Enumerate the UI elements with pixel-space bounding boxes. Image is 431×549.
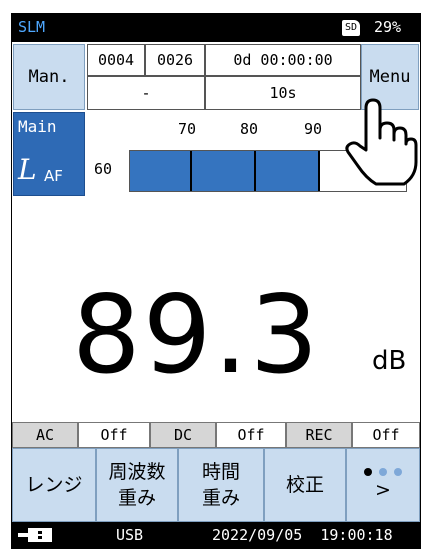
footer-bar: USB 2022/09/05 19:00:18 [12, 522, 420, 548]
counter-b: 0026 [145, 44, 205, 76]
indicator-label: DC [150, 422, 216, 448]
calib-label: 校正 [285, 474, 324, 496]
bar-divider [254, 151, 256, 191]
usb-label: USB [116, 526, 144, 544]
frequency-weighting-button[interactable]: 周波数 重み [96, 448, 178, 522]
time-weighting-button[interactable]: 時間 重み [178, 448, 264, 522]
range-button-label: レンジ [25, 474, 83, 496]
main-label: Main [18, 117, 57, 136]
status-bar: SLM SD 29% [12, 14, 420, 42]
indicator-value: Off [352, 422, 420, 448]
time-line2: 重み [201, 487, 240, 509]
usb-plug-icon [18, 528, 52, 542]
counter-a: 0004 [87, 44, 145, 76]
elapsed-time: 0d 00:00:00 [205, 44, 361, 76]
main-parameter-box[interactable]: Main L AF [13, 112, 85, 196]
next-arrow: > [375, 479, 391, 501]
date-time: 2022/09/05 19:00:18 [212, 526, 393, 544]
measure-interval: 10s [205, 76, 361, 110]
indicator-value: Off [216, 422, 286, 448]
calibration-button[interactable]: 校正 [264, 448, 346, 522]
param-letter: L [18, 153, 37, 186]
scale-tick-80: 80 [240, 120, 259, 138]
next-page-button[interactable]: > [346, 448, 420, 522]
sound-level-meter-screen: SLM SD 29% Man. 0004 0026 0d 00:00:00 - … [11, 13, 421, 549]
scale-tick-60: 60 [94, 160, 113, 178]
freq-line1: 周波数 [108, 461, 166, 483]
battery-level: 29% [374, 18, 402, 36]
param-weighting: AF [44, 167, 63, 185]
scale-tick-90: 90 [304, 120, 323, 138]
level-bar-fill [130, 151, 321, 191]
scale-tick-70: 70 [178, 120, 197, 138]
reading-unit: dB [372, 346, 407, 376]
measure-mode-button[interactable]: Man. [13, 44, 85, 110]
indicator-label: REC [286, 422, 352, 448]
hand-pointer-icon [345, 98, 418, 186]
page-dots-icon [364, 468, 402, 476]
indicator-label: AC [12, 422, 78, 448]
counter-c: - [87, 76, 205, 110]
freq-line2: 重み [117, 487, 156, 509]
sd-card-icon: SD [342, 20, 360, 36]
bar-divider [318, 151, 320, 191]
time-line1: 時間 [201, 461, 240, 483]
range-button[interactable]: レンジ [12, 448, 96, 522]
sound-level-reading: 89.3 [72, 273, 321, 398]
app-title: SLM [18, 18, 46, 36]
bar-divider [190, 151, 192, 191]
indicator-value: Off [78, 422, 150, 448]
